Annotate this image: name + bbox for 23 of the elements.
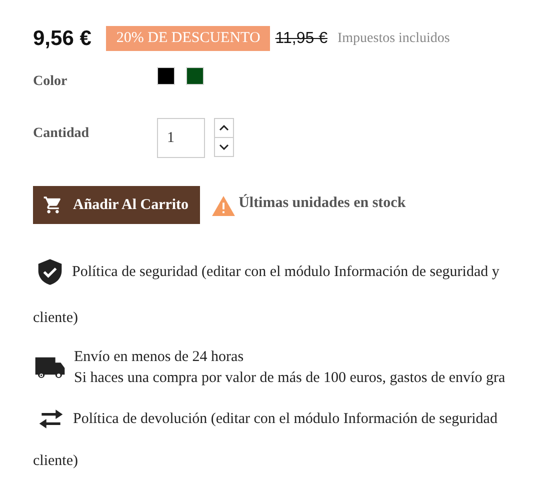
info-text: Política de seguridad (editar con el módulo Información de seguridad y [72, 262, 500, 282]
color-swatch[interactable] [157, 67, 175, 85]
tax-note: Impuestos incluidos [337, 30, 450, 46]
chevron-up-icon [219, 125, 229, 131]
info-text: Si haces una compra por valor de más de 100 euros, gastos de envío gra [74, 369, 506, 388]
cart-icon [43, 195, 63, 215]
add-to-cart-button[interactable]: Añadir Al Carrito [33, 186, 200, 224]
color-swatch[interactable] [186, 67, 204, 85]
increment-button[interactable] [214, 118, 234, 138]
chevron-down-icon [219, 144, 229, 150]
stock-warning: Últimas unidades en stock [238, 195, 406, 212]
warning-icon [212, 196, 235, 216]
color-label: Color [33, 74, 68, 90]
quantity-field[interactable]: 1 [157, 118, 205, 158]
info-text: cliente) [33, 309, 79, 328]
current-price: 9,56 € [33, 26, 92, 50]
info-text: cliente) [33, 452, 79, 471]
decrement-button[interactable] [214, 137, 234, 157]
info-text: Envío en menos de 24 horas [74, 348, 245, 367]
quantity-label: Cantidad [33, 126, 90, 142]
discount-badge: 20% DE DESCUENTO [106, 26, 270, 51]
regular-price: 11,95 € [275, 30, 328, 48]
info-text: Política de devolución (editar con el módulo Información de seguridad [73, 410, 498, 428]
